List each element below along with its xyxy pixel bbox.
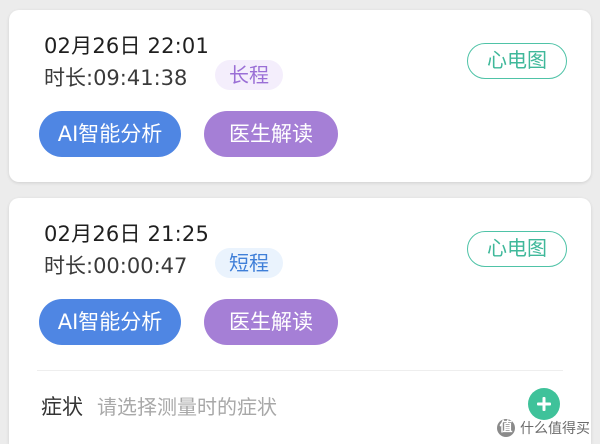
ai-analysis-button[interactable]: AI智能分析 [39,299,181,345]
ai-analysis-button[interactable]: AI智能分析 [39,111,181,157]
record-type-tag: 短程 [215,248,283,278]
record-duration: 时长:09:41:38 [44,66,188,90]
record-card[interactable]: 02月26日 22:01 时长:09:41:38 长程 心电图 AI智能分析 医… [9,10,591,182]
divider [37,370,563,371]
watermark: 值 什么值得买 [497,418,590,438]
add-symptom-button[interactable] [528,388,560,420]
smzdm-logo-icon: 值 [497,419,515,437]
symptom-label: 症状 [41,395,83,419]
record-datetime: 02月26日 21:25 [44,222,210,246]
ecg-button[interactable]: 心电图 [467,43,567,79]
plus-icon [537,397,551,411]
watermark-text: 什么值得买 [520,421,590,437]
symptom-select-field[interactable]: 请选择测量时的症状 [97,391,277,420]
record-type-tag: 长程 [215,60,283,90]
record-datetime: 02月26日 22:01 [44,34,210,58]
doctor-interpretation-button[interactable]: 医生解读 [204,299,338,345]
doctor-interpretation-button[interactable]: 医生解读 [204,111,338,157]
ecg-button[interactable]: 心电图 [467,231,567,267]
record-duration: 时长:00:00:47 [44,254,188,278]
record-card[interactable]: 02月26日 21:25 时长:00:00:47 短程 心电图 AI智能分析 医… [9,198,591,444]
